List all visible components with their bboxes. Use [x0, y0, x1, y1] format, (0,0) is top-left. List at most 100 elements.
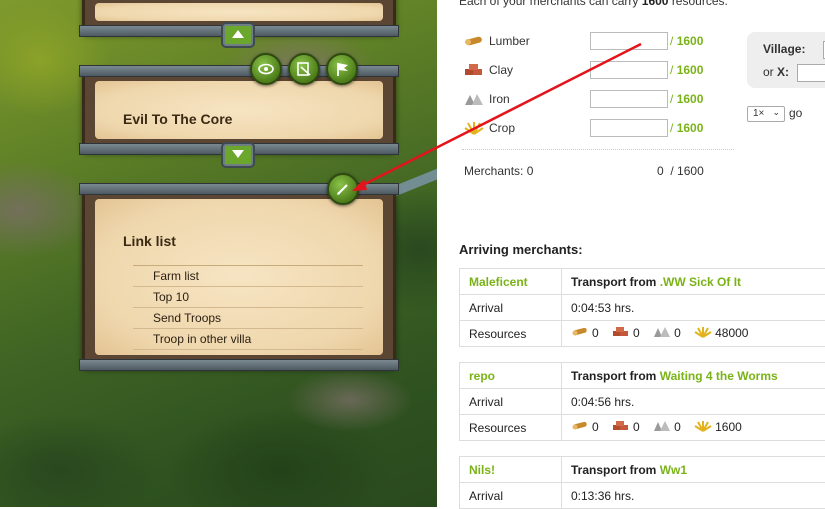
panel-parchment: [95, 3, 383, 21]
village-link[interactable]: Ww1: [660, 463, 687, 477]
expand-collapse-button[interactable]: [223, 144, 253, 166]
merchants-count: Merchants: 0: [464, 164, 533, 178]
crop-amount: 1600: [715, 420, 742, 434]
lumber-amount: 0: [592, 420, 599, 434]
flag-icon: [334, 61, 350, 77]
table-row: Arrival 0:04:53 hrs.: [460, 295, 825, 321]
arrival-label: Arrival: [460, 483, 562, 509]
transport-origin: Transport from Waiting 4 the Worms: [562, 363, 825, 389]
village-link[interactable]: .WW Sick Of It: [660, 275, 741, 289]
transport-table: Maleficent .WW Sick Of ItTransport from …: [459, 268, 825, 347]
transport-from-label: Transport from: [571, 369, 656, 383]
max-value: 1600: [677, 63, 704, 77]
panel-frame: [79, 359, 399, 371]
link-list-panel: Link list Farm list Top 10 Send Troops T…: [82, 186, 396, 368]
transport-table: Nils! Transport from Ww1 Arrival 0:13:36…: [459, 456, 825, 509]
table-row: repo Transport from Waiting 4 the Worms: [460, 363, 825, 389]
table-row: Resources 0 0 0 1600: [460, 415, 825, 441]
player-link[interactable]: repo: [460, 363, 562, 389]
marketplace-content: Each of your merchants can carry 1600 re…: [437, 0, 825, 507]
village-label: Village:: [763, 42, 805, 56]
max-value: 1600: [677, 92, 704, 106]
resource-max: / 1600: [670, 34, 703, 48]
lumber-icon: [464, 34, 484, 48]
transport-from-label: Transport from: [571, 275, 656, 289]
player-link[interactable]: Nils!: [460, 457, 562, 483]
resources-label: Resources: [460, 415, 562, 441]
village-link[interactable]: Waiting 4 the Worms: [660, 369, 778, 383]
crop-amount-input[interactable]: [590, 119, 668, 137]
player-link[interactable]: Maleficent: [460, 269, 562, 295]
arrival-time: 0:04:56 hrs.: [562, 389, 825, 415]
link-list-title: Link list: [123, 233, 176, 249]
intro-prefix: Each of your merchants can carry: [459, 0, 638, 8]
chevron-down-icon: ⌄: [772, 107, 780, 118]
table-row: Arrival 0:04:56 hrs.: [460, 389, 825, 415]
link-list-item[interactable]: Troop in other villa: [133, 329, 363, 350]
expand-collapse-button[interactable]: [223, 24, 253, 46]
coordinates-label: or X:: [763, 65, 789, 79]
transport-origin: Transport from Ww1: [562, 457, 825, 483]
resource-max: / 1600: [670, 92, 703, 106]
resources-cell: 0 0 0 1600: [562, 415, 825, 441]
slash-separator: /: [670, 34, 673, 48]
iron-amount: 0: [674, 326, 681, 340]
capacity-value: 1600: [677, 164, 704, 178]
edit-notes-button[interactable]: [288, 53, 320, 85]
transport-origin: .WW Sick Of ItTransport from .WW Sick Of…: [562, 269, 825, 295]
resources-label: Resources: [460, 321, 562, 347]
player-name[interactable]: Nils!: [469, 463, 495, 477]
intro-suffix: resources.: [672, 0, 728, 8]
chevron-up-icon: [231, 29, 245, 39]
x-label: X:: [777, 65, 789, 79]
resource-name: Crop: [489, 121, 515, 135]
x-coordinate-input[interactable]: [797, 64, 825, 82]
link-list-item[interactable]: Top 10: [133, 287, 363, 308]
repeat-select[interactable]: 1× ⌄: [747, 106, 785, 122]
resource-name: Iron: [489, 92, 510, 106]
resource-max: / 1600: [670, 121, 703, 135]
arrival-label: Arrival: [460, 295, 562, 321]
iron-amount-input[interactable]: [590, 90, 668, 108]
village-name: Evil To The Core: [123, 111, 232, 127]
or-label: or: [763, 65, 774, 79]
arrival-time: 0:13:36 hrs.: [562, 483, 825, 509]
edit-link-list-button[interactable]: [327, 173, 359, 205]
link-list-item[interactable]: Farm list: [133, 266, 363, 287]
lumber-amount-input[interactable]: [590, 32, 668, 50]
max-value: 1600: [677, 34, 704, 48]
view-button[interactable]: [250, 53, 282, 85]
lumber-amount: 0: [592, 326, 599, 340]
clay-amount-input[interactable]: [590, 61, 668, 79]
go-label: go: [789, 106, 802, 120]
clay-amount: 0: [633, 326, 640, 340]
arrival-label: Arrival: [460, 389, 562, 415]
resource-max: / 1600: [670, 63, 703, 77]
game-map[interactable]: Evil To The Core Link list Farm list Top…: [0, 0, 437, 507]
table-row: Arrival 0:13:36 hrs.: [460, 483, 825, 509]
iron-icon: [653, 420, 671, 435]
panel-parchment: Link list Farm list Top 10 Send Troops T…: [95, 199, 383, 355]
eye-icon: [258, 61, 274, 77]
lumber-icon: [571, 326, 589, 341]
panel-parchment: Evil To The Core: [95, 81, 383, 139]
notepad-icon: [296, 61, 312, 77]
iron-icon: [653, 326, 671, 341]
merchant-capacity-text: Each of your merchants can carry 1600 re…: [459, 0, 728, 8]
slash-separator: /: [670, 164, 673, 178]
repeat-value: 1×: [753, 108, 764, 119]
transport-table: repo Transport from Waiting 4 the Worms …: [459, 362, 825, 441]
player-name[interactable]: repo: [469, 369, 495, 383]
clay-amount: 0: [633, 420, 640, 434]
clay-icon: [612, 326, 630, 341]
max-value: 1600: [677, 121, 704, 135]
link-list: Farm list Top 10 Send Troops Troop in ot…: [133, 265, 363, 350]
slash-separator: /: [670, 63, 673, 77]
pencil-icon: [335, 181, 351, 197]
player-name[interactable]: Maleficent: [469, 275, 528, 289]
crop-icon: [694, 326, 712, 341]
table-row: Nils! Transport from Ww1: [460, 457, 825, 483]
link-list-item[interactable]: Send Troops: [133, 308, 363, 329]
flag-button[interactable]: [326, 53, 358, 85]
chevron-down-icon: [231, 149, 245, 159]
